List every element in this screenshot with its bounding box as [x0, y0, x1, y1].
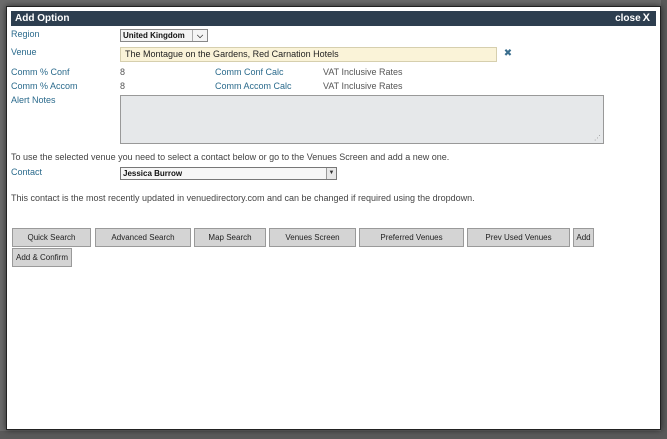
- background-footer: [0, 431, 667, 439]
- close-button[interactable]: close X: [615, 11, 650, 26]
- comm-conf-label: Comm % Conf: [11, 67, 70, 77]
- region-value: United Kingdom: [123, 31, 185, 40]
- region-select[interactable]: United Kingdom ⌵: [120, 29, 208, 42]
- alert-notes-textarea[interactable]: ⋰: [120, 95, 604, 144]
- contact-label: Contact: [11, 167, 43, 177]
- comm-conf-value: 8: [120, 67, 126, 77]
- prev-used-venues-button[interactable]: Prev Used Venues: [467, 228, 570, 247]
- venues-screen-button[interactable]: Venues Screen: [269, 228, 356, 247]
- comm-accom-calc-link[interactable]: Comm Accom Calc: [215, 81, 292, 91]
- resize-grip-icon[interactable]: ⋰: [594, 135, 601, 142]
- quick-search-button[interactable]: Quick Search: [12, 228, 91, 247]
- background-scrollbar: [661, 0, 667, 439]
- contact-select[interactable]: Jessica Burrow ▼: [120, 167, 337, 180]
- venue-label: Venue: [11, 47, 37, 57]
- preferred-venues-button[interactable]: Preferred Venues: [359, 228, 464, 247]
- add-confirm-button[interactable]: Add & Confirm: [12, 248, 72, 267]
- dropdown-arrow-icon: ▼: [326, 168, 336, 179]
- comm-conf-calc-link[interactable]: Comm Conf Calc: [215, 67, 284, 77]
- select-contact-hint: To use the selected venue you need to se…: [11, 152, 450, 162]
- comm-accom-calc-value: VAT Inclusive Rates: [323, 81, 403, 91]
- map-search-button[interactable]: Map Search: [194, 228, 266, 247]
- chevron-down-icon: ⌵: [192, 30, 207, 41]
- comm-conf-calc-value: VAT Inclusive Rates: [323, 67, 403, 77]
- add-option-dialog: Add Option close X Region United Kingdom …: [6, 6, 661, 430]
- comm-accom-value: 8: [120, 81, 126, 91]
- comm-accom-label: Comm % Accom: [11, 81, 78, 91]
- close-label: close: [615, 13, 641, 24]
- advanced-search-button[interactable]: Advanced Search: [95, 228, 191, 247]
- venue-field[interactable]: The Montague on the Gardens, Red Carnati…: [120, 47, 497, 62]
- contact-value: Jessica Burrow: [123, 169, 183, 178]
- dialog-titlebar: Add Option close X: [11, 11, 656, 26]
- clear-icon[interactable]: ✖: [503, 49, 513, 59]
- alert-notes-label: Alert Notes: [11, 95, 56, 105]
- region-label: Region: [11, 29, 40, 39]
- dialog-title: Add Option: [15, 13, 70, 24]
- add-button[interactable]: Add: [573, 228, 594, 247]
- close-icon: X: [642, 12, 650, 24]
- contact-note: This contact is the most recently update…: [11, 193, 475, 203]
